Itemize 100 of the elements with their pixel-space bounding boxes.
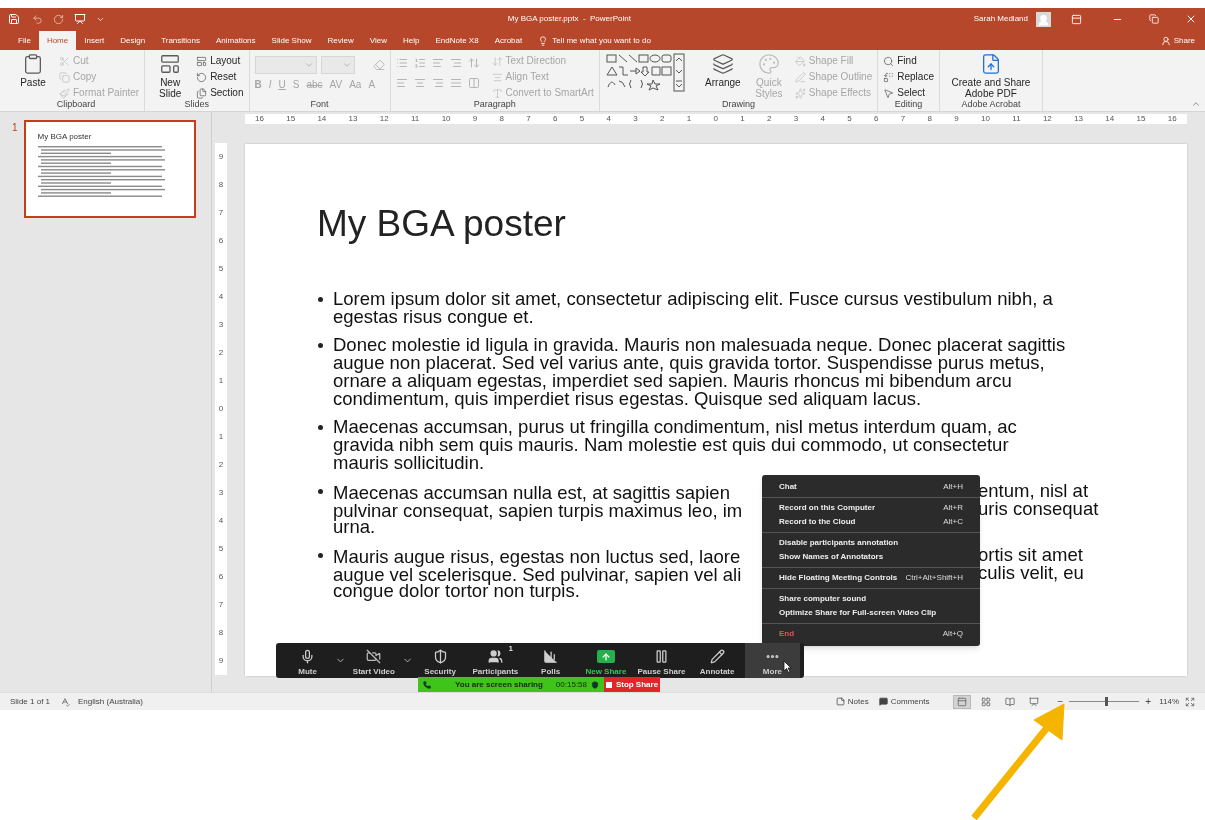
ribbon-tab[interactable]: Animations xyxy=(208,31,264,50)
ribbon-tab[interactable]: Acrobat xyxy=(486,31,531,50)
pause-icon xyxy=(654,649,669,664)
align-left-icon[interactable] xyxy=(395,77,408,89)
shortcut-text: Alt+R xyxy=(943,502,963,514)
bullet-mark-icon xyxy=(318,553,323,558)
slide-number: 1 xyxy=(12,121,18,135)
ribbon-tab[interactable]: EndNote X8 xyxy=(427,31,487,50)
ribbon-large-button[interactable]: Arrange xyxy=(702,53,743,99)
ribbon-tab[interactable]: Transitions xyxy=(153,31,208,50)
shield-icon xyxy=(591,680,599,689)
ribbon-small-button[interactable]: Reset xyxy=(196,71,244,83)
reset-icon xyxy=(196,71,208,83)
align-center-icon[interactable] xyxy=(413,77,426,89)
share-icon xyxy=(596,650,615,663)
share-button[interactable]: Share xyxy=(1160,31,1205,50)
ribbon-small-button[interactable]: Select xyxy=(883,87,934,99)
bullet-text-line: gravida nibh sem quis mauris. Nam molestie est quis dui commodo, ut consectetur xyxy=(333,436,1009,454)
ribbon-tab[interactable]: File xyxy=(10,31,39,50)
meeting-control-button[interactable]: More xyxy=(744,643,801,678)
fit-to-window-icon[interactable] xyxy=(1185,696,1195,707)
bullet-text-line: condimentum, quis imperdiet risus egestas. Quisque sed aliquam lacus. xyxy=(333,390,922,408)
slide-sorter-icon xyxy=(981,696,992,707)
search-icon xyxy=(883,55,895,67)
participant-count: 1 xyxy=(508,644,513,653)
phone-icon xyxy=(423,680,431,689)
menu-item[interactable]: Disable participants annotation xyxy=(779,537,899,549)
menu-item[interactable]: Chat xyxy=(779,481,797,493)
comments-button[interactable]: Comments xyxy=(878,695,930,708)
zoom-in-button[interactable]: + xyxy=(1145,694,1152,709)
view-button[interactable] xyxy=(953,694,972,709)
normal-view-icon xyxy=(957,696,968,707)
avatar-icon[interactable] xyxy=(1036,11,1051,27)
ribbon-small-button[interactable]: Find xyxy=(883,55,934,67)
menu-item[interactable]: Share computer sound xyxy=(779,593,867,605)
ribbon-tab[interactable]: Help xyxy=(395,31,428,50)
line-spacing-icon[interactable] xyxy=(467,57,480,69)
columns-icon[interactable] xyxy=(467,77,480,89)
meeting-control-button[interactable]: Security xyxy=(412,643,468,678)
save-icon[interactable] xyxy=(8,13,20,25)
bullets-icon[interactable] xyxy=(395,57,408,69)
meeting-control-button[interactable]: Polls xyxy=(523,643,579,678)
zoom-slider-thumb[interactable] xyxy=(1104,697,1108,706)
slide-thumbnail[interactable]: My BGA poster xyxy=(23,120,196,218)
bullet-text-line: augue non placerat. Sed vel varius ante, quis gravida tortor. Suspendisse purus metus, xyxy=(333,354,1045,372)
spell-check-icon[interactable] xyxy=(60,696,71,707)
reading-view-icon xyxy=(1005,696,1016,707)
shield-icon xyxy=(432,649,448,664)
ribbon-tab[interactable]: View xyxy=(361,31,396,50)
align-right-icon[interactable] xyxy=(431,77,444,89)
bullet-text-line: culis velit, eu xyxy=(978,564,1084,582)
notes-button[interactable]: Notes xyxy=(835,695,869,708)
ribbon-group-label: Slides xyxy=(183,99,211,111)
meeting-control-button[interactable]: Participants 1 xyxy=(467,643,523,678)
ribbon-tab[interactable]: Slide Show xyxy=(263,31,320,50)
ribbon-tab[interactable]: Home xyxy=(38,31,77,50)
ribbon-tab[interactable]: Design xyxy=(112,31,154,50)
menu-item[interactable]: Record to the Cloud xyxy=(779,516,856,528)
person-icon xyxy=(1160,35,1171,46)
ribbon-display-icon[interactable] xyxy=(1071,13,1082,25)
menu-item[interactable]: Hide Floating Meeting Controls xyxy=(779,572,898,584)
bullet-text-line: egestas risus congue et. xyxy=(333,308,534,326)
meeting-control-button[interactable]: Mute xyxy=(280,643,336,678)
ribbon-small-button[interactable]: Layout xyxy=(196,55,244,67)
meeting-control-button[interactable]: Start Video xyxy=(346,643,402,678)
restore-icon[interactable] xyxy=(1149,14,1159,24)
ribbon-small-button[interactable]: Section xyxy=(196,87,244,99)
zoom-percent[interactable]: 114% xyxy=(1159,695,1179,708)
notes-icon xyxy=(835,697,845,706)
redo-icon[interactable] xyxy=(53,13,64,25)
ribbon-large-button[interactable]: New Slide xyxy=(150,53,191,99)
menu-item[interactable]: End xyxy=(779,628,795,640)
ribbon-large-button[interactable]: Paste xyxy=(13,53,53,99)
shortcut-text: Alt+H xyxy=(943,481,963,493)
ribbon-group-label: Adobe Acrobat xyxy=(960,99,1022,111)
stop-share-button[interactable]: Stop Share xyxy=(604,677,660,692)
menu-item[interactable]: Show Names of Annotators xyxy=(779,551,884,563)
menu-item[interactable]: Record on this Computer xyxy=(779,502,875,514)
undo-icon[interactable] xyxy=(32,13,43,25)
copy-icon xyxy=(59,71,70,83)
presentation-icon[interactable] xyxy=(74,13,86,25)
menu-item[interactable]: Optimize Share for Full-screen Video Clip xyxy=(779,607,937,619)
meeting-control-button[interactable]: Annotate xyxy=(689,643,745,678)
sparkles-icon xyxy=(794,87,806,99)
ribbon-large-button[interactable]: Create and Share Adobe PDF xyxy=(944,53,1037,99)
scissors-icon xyxy=(59,55,70,67)
meeting-control-button[interactable]: Pause Share xyxy=(633,643,690,678)
numbering-icon[interactable] xyxy=(413,57,426,69)
ribbon-tab[interactable]: Review xyxy=(319,31,362,50)
slide-counter: Slide 1 of 1 xyxy=(10,695,51,708)
justify-icon[interactable] xyxy=(449,77,462,89)
language-label[interactable]: English (Australia) xyxy=(78,695,143,708)
close-icon[interactable] xyxy=(1185,13,1197,25)
shortcut-text: Ctrl+Alt+Shift+H xyxy=(905,572,963,584)
ribbon-small-button[interactable]: Replace xyxy=(883,71,934,83)
collapse-ribbon-icon[interactable] xyxy=(1191,99,1201,109)
tell-me-field[interactable]: Tell me what you want to do xyxy=(552,34,651,47)
caret-icon xyxy=(303,60,314,70)
vertical-ruler: 9 8 7 6 5 4 3 2 1 0 1 2 3 4 5 6 7 8 9 xyxy=(215,143,227,675)
ribbon-tab[interactable]: Insert xyxy=(76,31,113,50)
